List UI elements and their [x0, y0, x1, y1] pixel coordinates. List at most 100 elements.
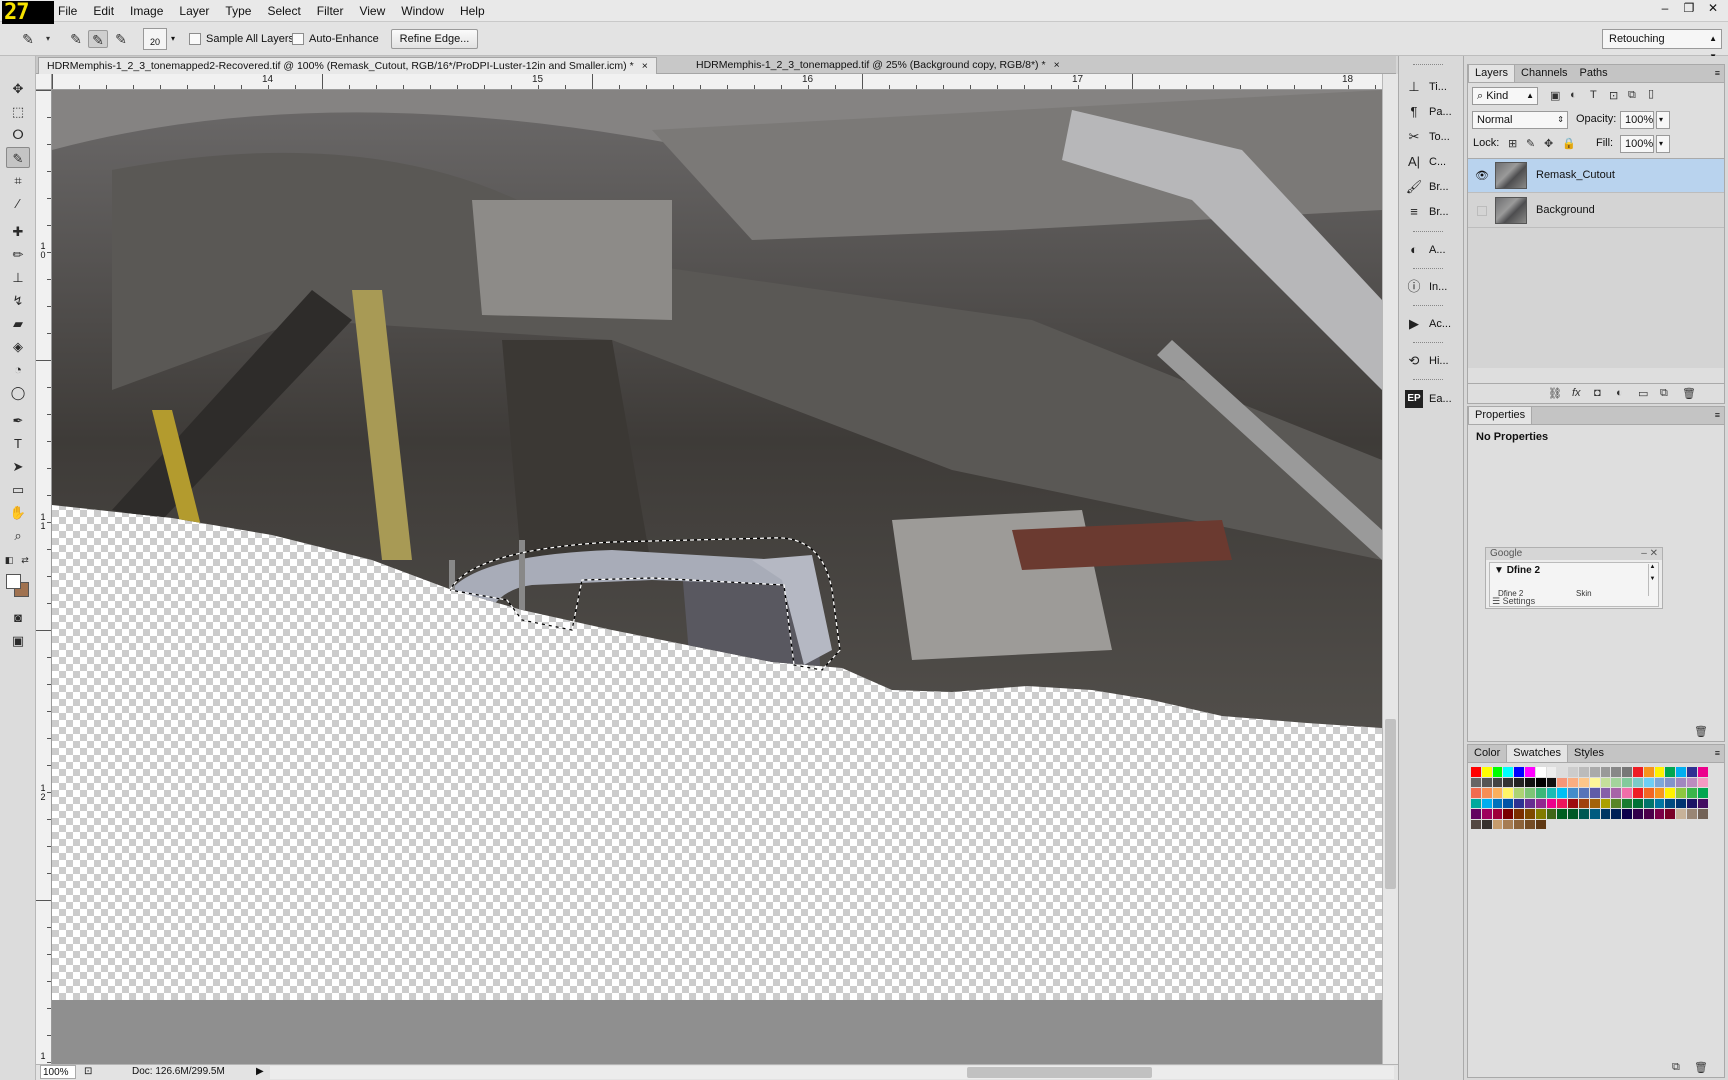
color-swatch[interactable]	[1514, 767, 1524, 777]
panel-menu-icon[interactable]: ≡	[1715, 748, 1720, 758]
sample-all-layers-checkbox[interactable]: Sample All Layers	[189, 33, 294, 45]
color-swatch[interactable]	[1611, 809, 1622, 819]
color-swatch[interactable]	[1524, 767, 1535, 777]
panel-button-ti[interactable]: ⊥ Ti...	[1405, 76, 1461, 98]
panel-menu-icon[interactable]: ≡	[1715, 410, 1720, 420]
new-layer-icon[interactable]: ⧉	[1660, 387, 1668, 400]
color-swatch[interactable]	[1676, 809, 1686, 819]
color-swatch[interactable]	[1514, 777, 1524, 787]
color-swatch[interactable]	[1471, 809, 1481, 819]
color-swatch[interactable]	[1557, 798, 1568, 808]
scroll-thumb[interactable]	[1385, 719, 1396, 889]
color-swatch[interactable]	[1535, 788, 1546, 798]
tab-layers[interactable]: Layers	[1468, 65, 1516, 82]
healing-brush-tool-icon[interactable]: ✚	[6, 221, 30, 242]
layer-kind-filter[interactable]: ⌕ Kind ▲	[1472, 87, 1538, 105]
color-swatch[interactable]	[1632, 809, 1643, 819]
ruler-origin[interactable]	[36, 74, 52, 90]
color-swatch[interactable]	[1514, 809, 1524, 819]
color-swatch[interactable]	[1535, 809, 1546, 819]
color-swatch[interactable]	[1589, 809, 1600, 819]
close-tab-icon[interactable]: ×	[642, 60, 648, 72]
color-swatch[interactable]	[1600, 788, 1611, 798]
quick-selection-tool-icon[interactable]: ✎	[6, 147, 30, 168]
tab-paths[interactable]: Paths	[1574, 65, 1614, 82]
color-swatch[interactable]	[1524, 777, 1535, 787]
color-swatch[interactable]	[1492, 767, 1503, 777]
trash-icon[interactable]: 🗑	[1694, 1061, 1708, 1074]
menu-type[interactable]: Type	[217, 4, 259, 18]
move-tool-icon[interactable]: ✥	[6, 78, 30, 99]
color-swatch[interactable]	[1503, 798, 1514, 808]
color-swatch[interactable]	[1514, 819, 1524, 829]
color-swatch[interactable]	[1557, 788, 1568, 798]
filter-shape-icon[interactable]: ⊡	[1609, 89, 1618, 102]
swap-colors-icon[interactable]: ⇄	[18, 550, 32, 571]
panel-button-hi[interactable]: ⟲ Hi...	[1405, 350, 1461, 372]
quick-selection-preset-icon[interactable]: ✎	[18, 30, 38, 48]
color-swatch[interactable]	[1622, 809, 1632, 819]
color-swatch[interactable]	[1697, 767, 1708, 777]
lock-transparent-icon[interactable]: ⊞	[1508, 137, 1517, 150]
filter-pixel-icon[interactable]: ▣	[1550, 89, 1560, 102]
color-swatch[interactable]	[1676, 798, 1686, 808]
color-swatch[interactable]	[1578, 798, 1589, 808]
menu-window[interactable]: Window	[393, 4, 452, 18]
color-swatch[interactable]	[1578, 788, 1589, 798]
color-swatch[interactable]	[1481, 788, 1492, 798]
color-swatch[interactable]	[1632, 788, 1643, 798]
group-icon[interactable]: ▭	[1638, 387, 1648, 400]
clone-stamp-tool-icon[interactable]: ⊥	[6, 267, 30, 288]
type-tool-icon[interactable]: T	[6, 433, 30, 454]
hand-tool-icon[interactable]: ✋	[6, 502, 30, 523]
subtract-from-selection-icon[interactable]: ✎	[111, 30, 131, 48]
google-panel-scrollbar[interactable]: ▲ ▼	[1648, 564, 1656, 596]
color-swatch[interactable]	[1600, 777, 1611, 787]
panel-button-br[interactable]: 🖌 Br...	[1405, 176, 1461, 198]
color-swatch[interactable]	[1676, 788, 1686, 798]
checkbox-box[interactable]	[292, 33, 304, 45]
color-swatch[interactable]	[1546, 777, 1557, 787]
tab-document-recovered[interactable]: HDRMemphis-1_2_3_tonemapped2-Recovered.t…	[38, 57, 657, 74]
menu-help[interactable]: Help	[452, 4, 493, 18]
color-swatch[interactable]	[1578, 777, 1589, 787]
marquee-tool-icon[interactable]: ⬚	[6, 101, 30, 122]
color-swatch[interactable]	[1665, 809, 1676, 819]
refine-edge-button[interactable]: Refine Edge...	[391, 29, 478, 49]
color-swatch[interactable]	[1686, 767, 1697, 777]
mask-icon[interactable]: ◘	[1594, 387, 1601, 399]
trash-icon[interactable]: 🗑	[1682, 387, 1696, 400]
layer-name[interactable]: Background	[1536, 204, 1595, 216]
panel-button-to[interactable]: ✂ To...	[1405, 126, 1461, 148]
path-selection-tool-icon[interactable]: ➤	[6, 456, 30, 477]
blur-tool-icon[interactable]: ◔	[6, 359, 30, 380]
filter-smart-object-icon[interactable]: ⧉	[1628, 89, 1636, 102]
panel-button-in[interactable]: ⓘ In...	[1405, 276, 1461, 298]
opacity-input[interactable]: 100%	[1620, 111, 1654, 129]
color-swatch[interactable]	[1686, 788, 1697, 798]
tab-properties[interactable]: Properties	[1468, 407, 1533, 424]
color-swatch[interactable]	[1589, 777, 1600, 787]
filter-type-icon[interactable]: T	[1590, 89, 1597, 101]
panel-button-a[interactable]: ◐ A...	[1405, 239, 1461, 261]
screen-mode-icon[interactable]: ▣	[6, 630, 30, 651]
vertical-ruler[interactable]: 1 0 1 1 1 2 1	[36, 90, 52, 1064]
color-swatch[interactable]	[1643, 788, 1654, 798]
restore-button[interactable]: ❐	[1678, 1, 1700, 17]
workspace-switcher[interactable]: Retouching ▲▼	[1602, 29, 1722, 61]
color-swatch[interactable]	[1492, 788, 1503, 798]
color-swatch[interactable]	[1600, 798, 1611, 808]
close-tab-icon[interactable]: ×	[1054, 59, 1060, 71]
status-arrow-icon[interactable]: ▶	[256, 1065, 264, 1079]
trash-icon[interactable]: 🗑	[1694, 725, 1708, 738]
color-swatch[interactable]	[1535, 819, 1546, 829]
checkbox-box[interactable]	[189, 33, 201, 45]
color-swatch[interactable]	[1514, 788, 1524, 798]
color-swatch[interactable]	[1471, 819, 1481, 829]
canvas-image[interactable]	[52, 90, 1382, 1064]
auto-enhance-checkbox[interactable]: Auto-Enhance	[292, 33, 379, 45]
color-swatch[interactable]	[1503, 809, 1514, 819]
blend-mode-select[interactable]: Normal ⇕	[1472, 111, 1568, 129]
color-swatch[interactable]	[1686, 798, 1697, 808]
color-swatch[interactable]	[1686, 777, 1697, 787]
